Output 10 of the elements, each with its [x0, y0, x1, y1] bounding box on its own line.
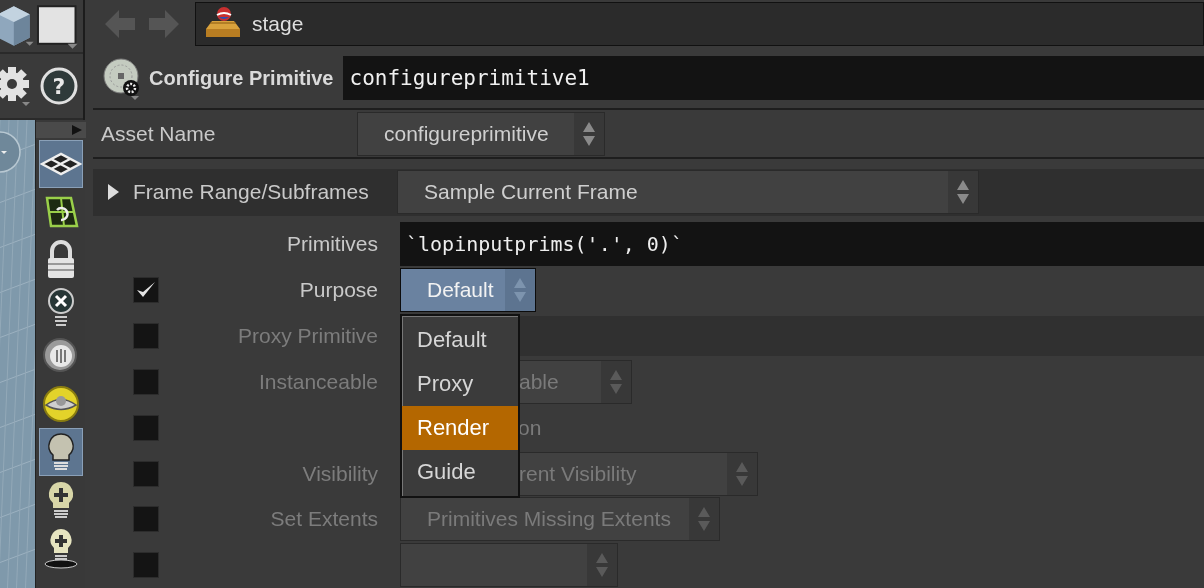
parameter-label: Proxy Primitive [237, 324, 378, 349]
parameter-label: Purpose [299, 278, 378, 303]
path-text: stage [252, 12, 304, 37]
node-type-label: Configure Primitive [149, 67, 334, 90]
parameter-label: Instanceable [258, 369, 378, 394]
parameter-label: Asset Name [101, 121, 217, 146]
folder-label: Frame Range/Subframes [133, 180, 370, 205]
parameter-label: Set Extents [270, 507, 378, 532]
parameter-label: Primitives [287, 231, 378, 256]
parameter-label: Visibility [302, 461, 378, 486]
